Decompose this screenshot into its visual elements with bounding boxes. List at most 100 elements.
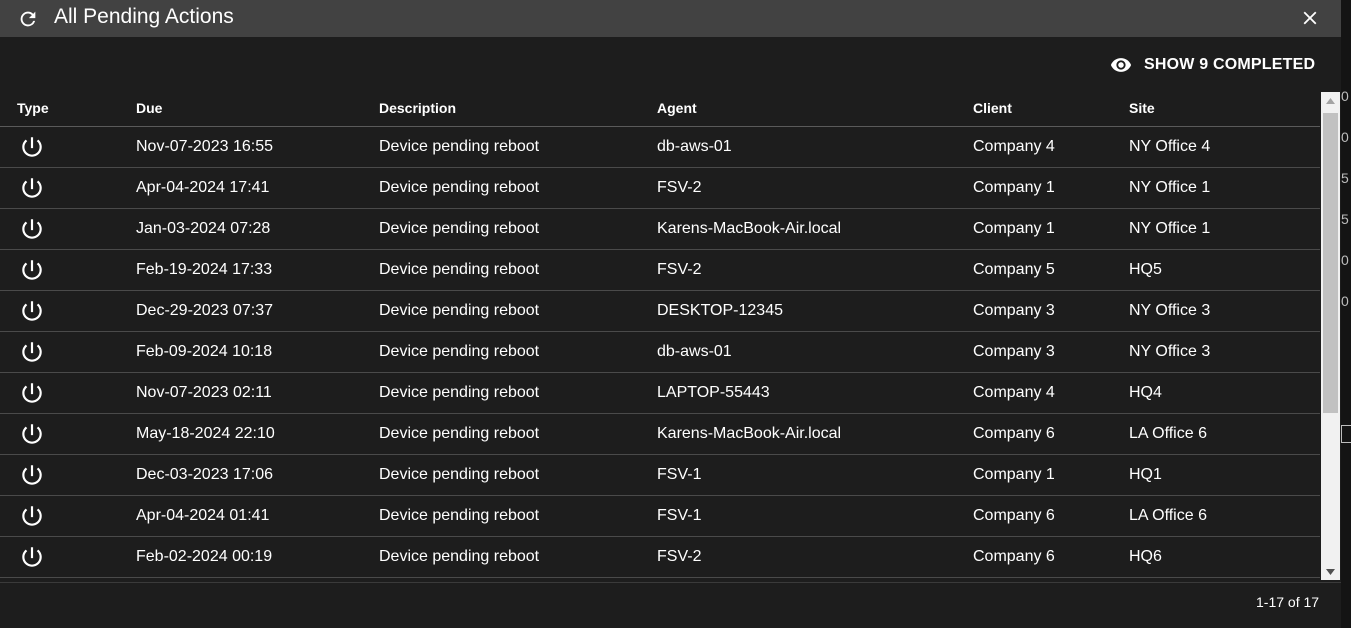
agent-cell: FSV-2 xyxy=(657,249,973,291)
client-cell: Company 3 xyxy=(973,331,1129,373)
type-cell xyxy=(0,454,136,496)
agent-cell: FSV-1 xyxy=(657,454,973,496)
scroll-up-icon xyxy=(1326,97,1335,104)
power-icon xyxy=(19,134,45,160)
site-cell: NY Office 1 xyxy=(1129,167,1320,209)
client-cell: Company 6 xyxy=(973,536,1129,578)
scroll-up-button[interactable] xyxy=(1321,92,1340,109)
column-header-site[interactable]: Site xyxy=(1129,90,1320,127)
type-cell xyxy=(0,495,136,537)
table-row[interactable]: Feb-19-2024 17:33 Device pending reboot FS… xyxy=(0,249,1320,291)
description-cell: Device pending reboot xyxy=(379,126,657,168)
column-header-client[interactable]: Client xyxy=(973,90,1129,127)
type-cell xyxy=(0,413,136,455)
client-cell: Company 5 xyxy=(973,249,1129,291)
type-cell xyxy=(0,290,136,332)
scroll-down-icon xyxy=(1326,568,1335,575)
type-cell xyxy=(0,208,136,250)
background-text-fragment: 0 xyxy=(1341,129,1349,145)
refresh-icon xyxy=(20,11,36,27)
client-cell: Company 6 xyxy=(973,495,1129,537)
description-cell: Device pending reboot xyxy=(379,331,657,373)
description-cell: Device pending reboot xyxy=(379,454,657,496)
table-row[interactable]: Nov-07-2023 16:55 Device pending reboot db… xyxy=(0,126,1320,168)
column-header-due[interactable]: Due xyxy=(136,90,379,127)
close-icon xyxy=(1303,11,1317,25)
agent-cell: FSV-2 xyxy=(657,167,973,209)
table-row[interactable]: Dec-03-2023 17:06 Device pending reboot FS… xyxy=(0,454,1320,496)
due-cell: Apr-04-2024 17:41 xyxy=(136,167,379,209)
vertical-scrollbar[interactable] xyxy=(1321,92,1340,580)
power-icon xyxy=(19,421,45,447)
type-cell xyxy=(0,126,136,168)
column-header-agent[interactable]: Agent xyxy=(657,90,973,127)
show-completed-label: SHOW 9 COMPLETED xyxy=(1144,56,1316,73)
refresh-button[interactable] xyxy=(16,7,40,31)
dialog-title-bar: All Pending Actions xyxy=(0,0,1341,37)
agent-cell: LAPTOP-55443 xyxy=(657,372,973,414)
table-header-row: Type Due Description Agent Client Site xyxy=(0,90,1320,127)
scrollbar-thumb[interactable] xyxy=(1323,113,1338,413)
background-text-fragment: 5 xyxy=(1341,170,1349,186)
description-cell: Device pending reboot xyxy=(379,167,657,209)
site-cell: HQ4 xyxy=(1129,372,1320,414)
power-icon xyxy=(19,503,45,529)
agent-cell: FSV-1 xyxy=(657,495,973,537)
description-cell: Device pending reboot xyxy=(379,372,657,414)
background-text-fragment: 0 xyxy=(1341,88,1349,104)
background-app-strip: 0 0 5 5 0 0 xyxy=(1341,0,1351,628)
client-cell: Company 6 xyxy=(973,413,1129,455)
power-icon xyxy=(19,380,45,406)
pending-actions-table: Type Due Description Agent Client Site N… xyxy=(0,90,1320,580)
client-cell: Company 1 xyxy=(973,454,1129,496)
site-cell: LA Office 6 xyxy=(1129,413,1320,455)
due-cell: Nov-07-2023 02:11 xyxy=(136,372,379,414)
table-row[interactable]: Nov-07-2023 02:11 Device pending reboot LA… xyxy=(0,372,1320,414)
background-text-fragment: 0 xyxy=(1341,293,1349,309)
table-row[interactable]: May-18-2024 22:10 Device pending reboot Ka… xyxy=(0,413,1320,455)
site-cell: HQ6 xyxy=(1129,536,1320,578)
dialog-title: All Pending Actions xyxy=(54,5,234,28)
table-row[interactable]: Dec-29-2023 07:37 Device pending reboot DE… xyxy=(0,290,1320,332)
type-cell xyxy=(0,536,136,578)
due-cell: Feb-02-2024 00:19 xyxy=(136,536,379,578)
table-row[interactable]: Apr-04-2024 01:41 Device pending reboot FS… xyxy=(0,495,1320,537)
column-header-description[interactable]: Description xyxy=(379,90,657,127)
client-cell: Company 4 xyxy=(973,126,1129,168)
power-icon xyxy=(19,257,45,283)
due-cell: May-18-2024 22:10 xyxy=(136,413,379,455)
table-row[interactable]: Apr-04-2024 17:41 Device pending reboot FS… xyxy=(0,167,1320,209)
power-icon xyxy=(19,339,45,365)
type-cell xyxy=(0,167,136,209)
due-cell: Nov-07-2023 16:55 xyxy=(136,126,379,168)
eye-icon xyxy=(1106,53,1138,77)
agent-cell: db-aws-01 xyxy=(657,126,973,168)
power-icon xyxy=(19,216,45,242)
power-icon xyxy=(19,544,45,570)
column-header-type[interactable]: Type xyxy=(0,90,136,127)
background-text-fragment: 0 xyxy=(1341,252,1349,268)
due-cell: Dec-29-2023 07:37 xyxy=(136,290,379,332)
power-icon xyxy=(19,462,45,488)
pagination-label: 1-17 of 17 xyxy=(1256,594,1320,610)
due-cell: Jan-03-2024 07:28 xyxy=(136,208,379,250)
table-row[interactable]: Feb-09-2024 10:18 Device pending reboot db… xyxy=(0,331,1320,373)
site-cell: LA Office 6 xyxy=(1129,495,1320,537)
table-row[interactable]: Jan-03-2024 07:28 Device pending reboot Ka… xyxy=(0,208,1320,250)
show-completed-button[interactable]: SHOW 9 COMPLETED xyxy=(1106,52,1315,78)
due-cell: Dec-03-2023 17:06 xyxy=(136,454,379,496)
agent-cell: Karens-MacBook-Air.local xyxy=(657,413,973,455)
description-cell: Device pending reboot xyxy=(379,495,657,537)
table-row[interactable]: Feb-02-2024 00:19 Device pending reboot FS… xyxy=(0,536,1320,578)
agent-cell: Karens-MacBook-Air.local xyxy=(657,208,973,250)
scroll-down-button[interactable] xyxy=(1321,563,1340,580)
background-text-fragment: 5 xyxy=(1341,211,1349,227)
type-cell xyxy=(0,372,136,414)
close-button[interactable] xyxy=(1298,6,1322,30)
due-cell: Feb-19-2024 17:33 xyxy=(136,249,379,291)
site-cell: NY Office 3 xyxy=(1129,290,1320,332)
background-checkbox xyxy=(1341,425,1351,443)
agent-cell: DESKTOP-12345 xyxy=(657,290,973,332)
agent-cell: db-aws-01 xyxy=(657,331,973,373)
description-cell: Device pending reboot xyxy=(379,249,657,291)
